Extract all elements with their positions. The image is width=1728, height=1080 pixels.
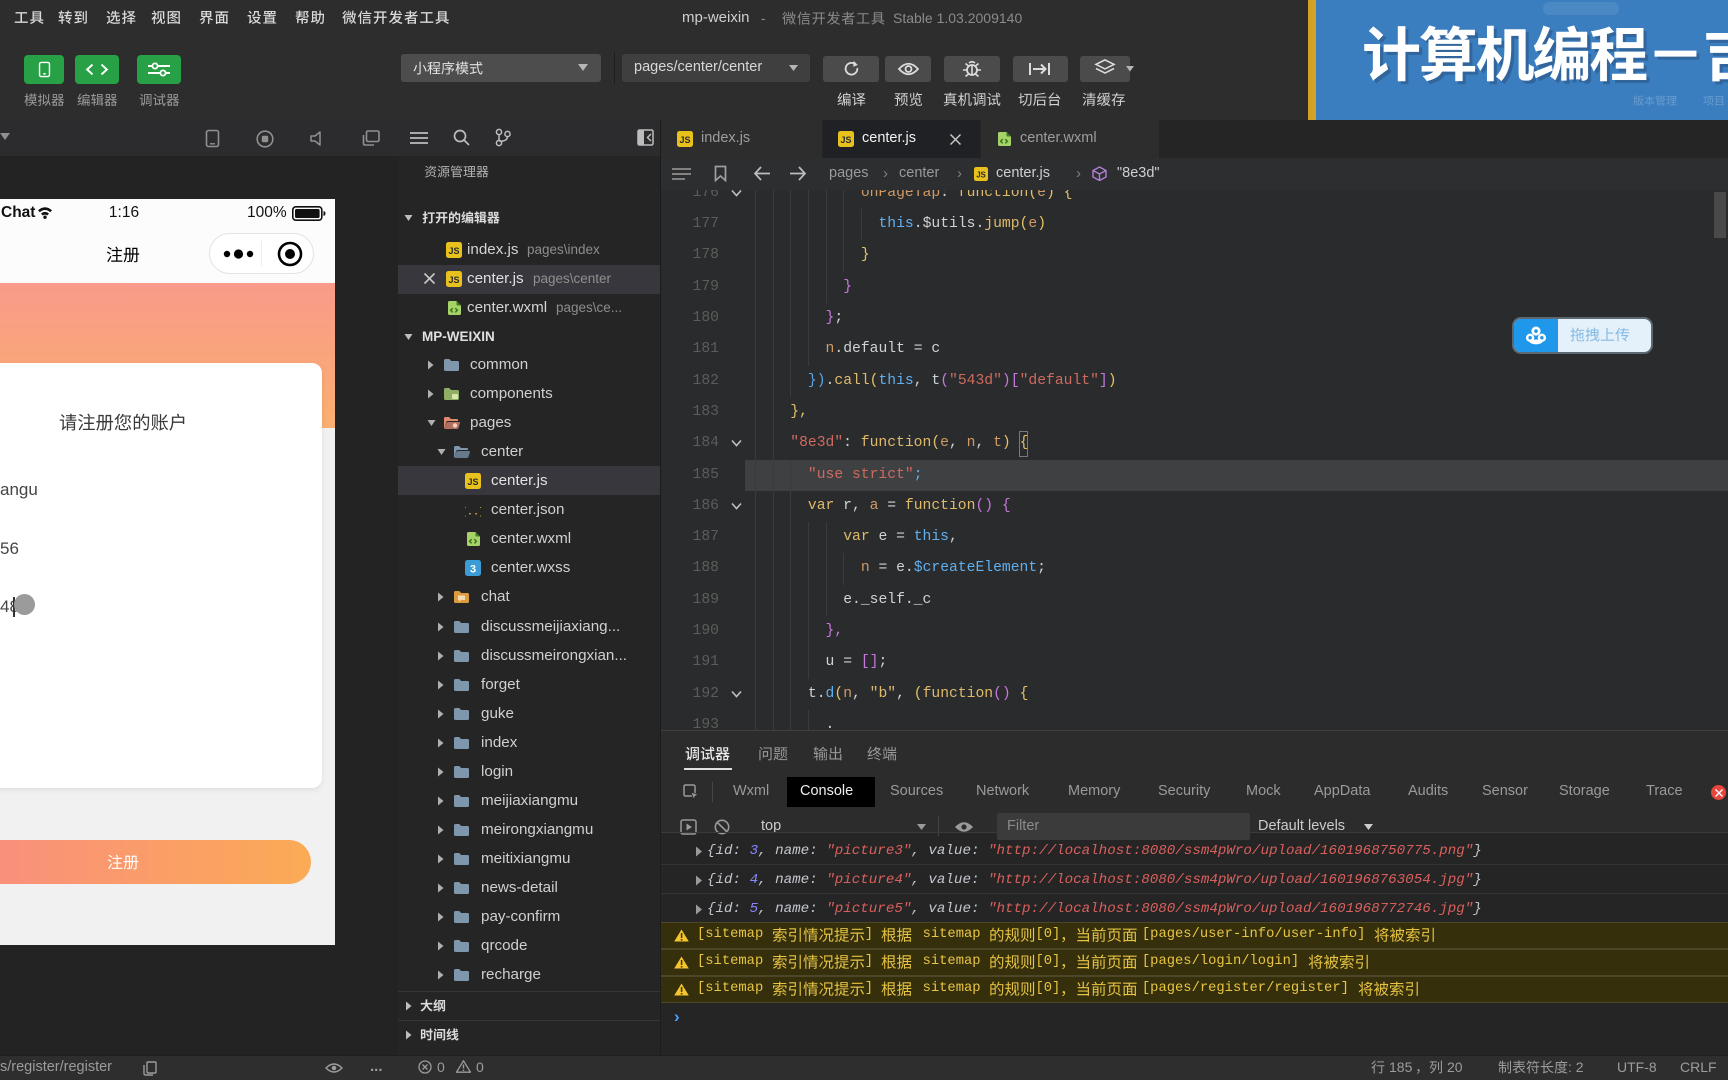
svg-text:{..}: {..} [465, 507, 481, 519]
svg-text:3: 3 [470, 564, 476, 576]
svg-text:JS: JS [448, 246, 459, 256]
svg-text:JS: JS [976, 171, 986, 180]
svg-text:JS: JS [840, 135, 851, 145]
svg-text:JS: JS [679, 135, 690, 145]
svg-text:JS: JS [448, 275, 459, 285]
svg-text:JS: JS [467, 477, 478, 487]
